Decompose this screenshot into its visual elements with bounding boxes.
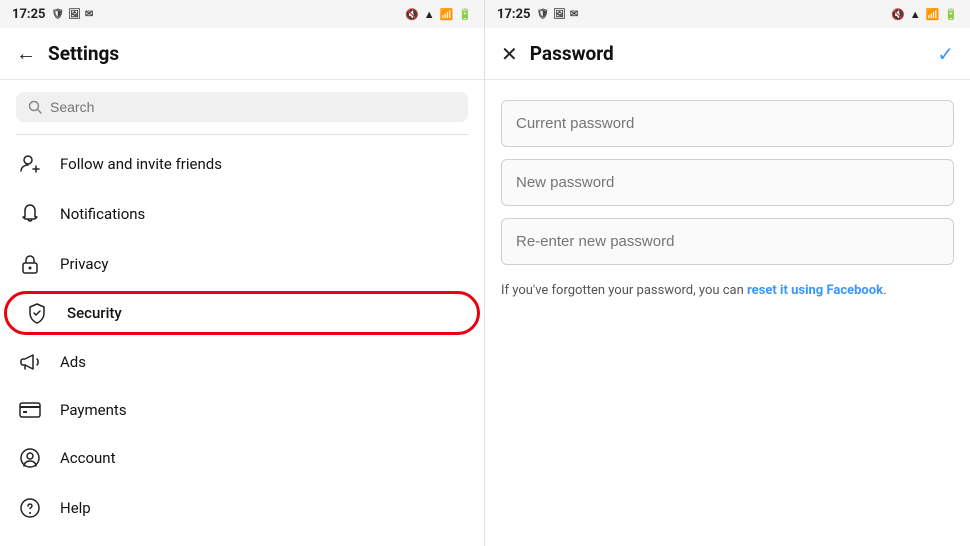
help-label: Help: [60, 499, 91, 517]
wifi-icon-r: ▲: [910, 8, 921, 21]
forgot-text-suffix: .: [883, 283, 886, 298]
reset-facebook-link[interactable]: reset it using Facebook: [747, 283, 883, 298]
notifications-label: Notifications: [60, 205, 145, 223]
account-icon: [16, 447, 44, 469]
follow-icon: [16, 153, 44, 175]
left-status-icons: 🛡 🖼 ✉: [52, 9, 94, 20]
signal-icon: 📶: [440, 8, 454, 21]
right-status-icons-left: 🛡 🖼 ✉: [537, 9, 579, 20]
mail-status-icon: ✉: [85, 9, 93, 20]
forgot-text-prefix: If you've forgotten your password, you c…: [501, 283, 747, 298]
search-input[interactable]: [50, 99, 456, 115]
forgot-password-text: If you've forgotten your password, you c…: [501, 277, 954, 305]
close-button[interactable]: ✕: [501, 42, 518, 66]
right-status-bar: 17:25 🛡 🖼 ✉ 🔇 ▲ 📶 🔋: [485, 0, 970, 28]
image-status-icon-r: 🖼: [553, 9, 566, 20]
new-password-input[interactable]: [501, 159, 954, 206]
help-icon: [16, 497, 44, 519]
settings-title: Settings: [48, 42, 119, 65]
image-status-icon: 🖼: [68, 9, 81, 20]
follow-label: Follow and invite friends: [60, 155, 222, 173]
bell-icon: [16, 203, 44, 225]
search-icon: [28, 100, 42, 114]
sidebar-item-ads[interactable]: Ads: [0, 337, 484, 387]
account-label: Account: [60, 449, 116, 467]
reenter-password-input[interactable]: [501, 218, 954, 265]
mail-status-icon-r: ✉: [570, 9, 578, 20]
ads-label: Ads: [60, 353, 86, 371]
left-status-bar: 17:25 🛡 🖼 ✉ 🔇 ▲ 📶 🔋: [0, 0, 484, 28]
lock-icon: [16, 253, 44, 275]
password-title: Password: [530, 42, 614, 65]
sidebar-item-privacy[interactable]: Privacy: [0, 239, 484, 289]
password-form: If you've forgotten your password, you c…: [485, 80, 970, 325]
settings-panel: 17:25 🛡 🖼 ✉ 🔇 ▲ 📶 🔋 ← Settings: [0, 0, 485, 546]
left-time: 17:25: [12, 7, 46, 22]
battery-icon-r: 🔋: [944, 8, 958, 21]
mute-icon: 🔇: [405, 8, 419, 21]
sidebar-item-payments[interactable]: Payments: [0, 387, 484, 433]
shield-icon: [23, 302, 51, 324]
sidebar-item-follow[interactable]: Follow and invite friends: [0, 139, 484, 189]
battery-icon: 🔋: [458, 8, 472, 21]
sidebar-item-security[interactable]: Security: [4, 291, 480, 335]
confirm-button[interactable]: ✓: [937, 42, 954, 66]
privacy-label: Privacy: [60, 255, 108, 273]
wifi-icon: ▲: [424, 8, 435, 21]
password-panel: 17:25 🛡 🖼 ✉ 🔇 ▲ 📶 🔋 ✕ Password ✓ If you'…: [485, 0, 970, 546]
right-status-icons: 🔇 ▲ 📶 🔋: [405, 8, 472, 21]
payments-label: Payments: [60, 401, 127, 419]
signal-icon-r: 📶: [926, 8, 940, 21]
settings-header: ← Settings: [0, 28, 484, 80]
shield-status-icon: 🛡: [52, 9, 65, 20]
shield-status-icon-r: 🛡: [537, 9, 550, 20]
sidebar-item-help[interactable]: Help: [0, 483, 484, 533]
mute-icon-r: 🔇: [891, 8, 905, 21]
current-password-input[interactable]: [501, 100, 954, 147]
sidebar-item-account[interactable]: Account: [0, 433, 484, 483]
right-time: 17:25: [497, 7, 531, 22]
security-label: Security: [67, 304, 122, 322]
search-bar: [16, 92, 468, 122]
back-button[interactable]: ←: [16, 41, 36, 66]
password-header: ✕ Password ✓: [485, 28, 970, 80]
search-divider: [16, 134, 468, 135]
right-status-icons-right: 🔇 ▲ 📶 🔋: [891, 8, 958, 21]
menu-list: Follow and invite friends Notifications: [0, 139, 484, 546]
sidebar-item-notifications[interactable]: Notifications: [0, 189, 484, 239]
megaphone-icon: [16, 351, 44, 373]
card-icon: [16, 402, 44, 418]
